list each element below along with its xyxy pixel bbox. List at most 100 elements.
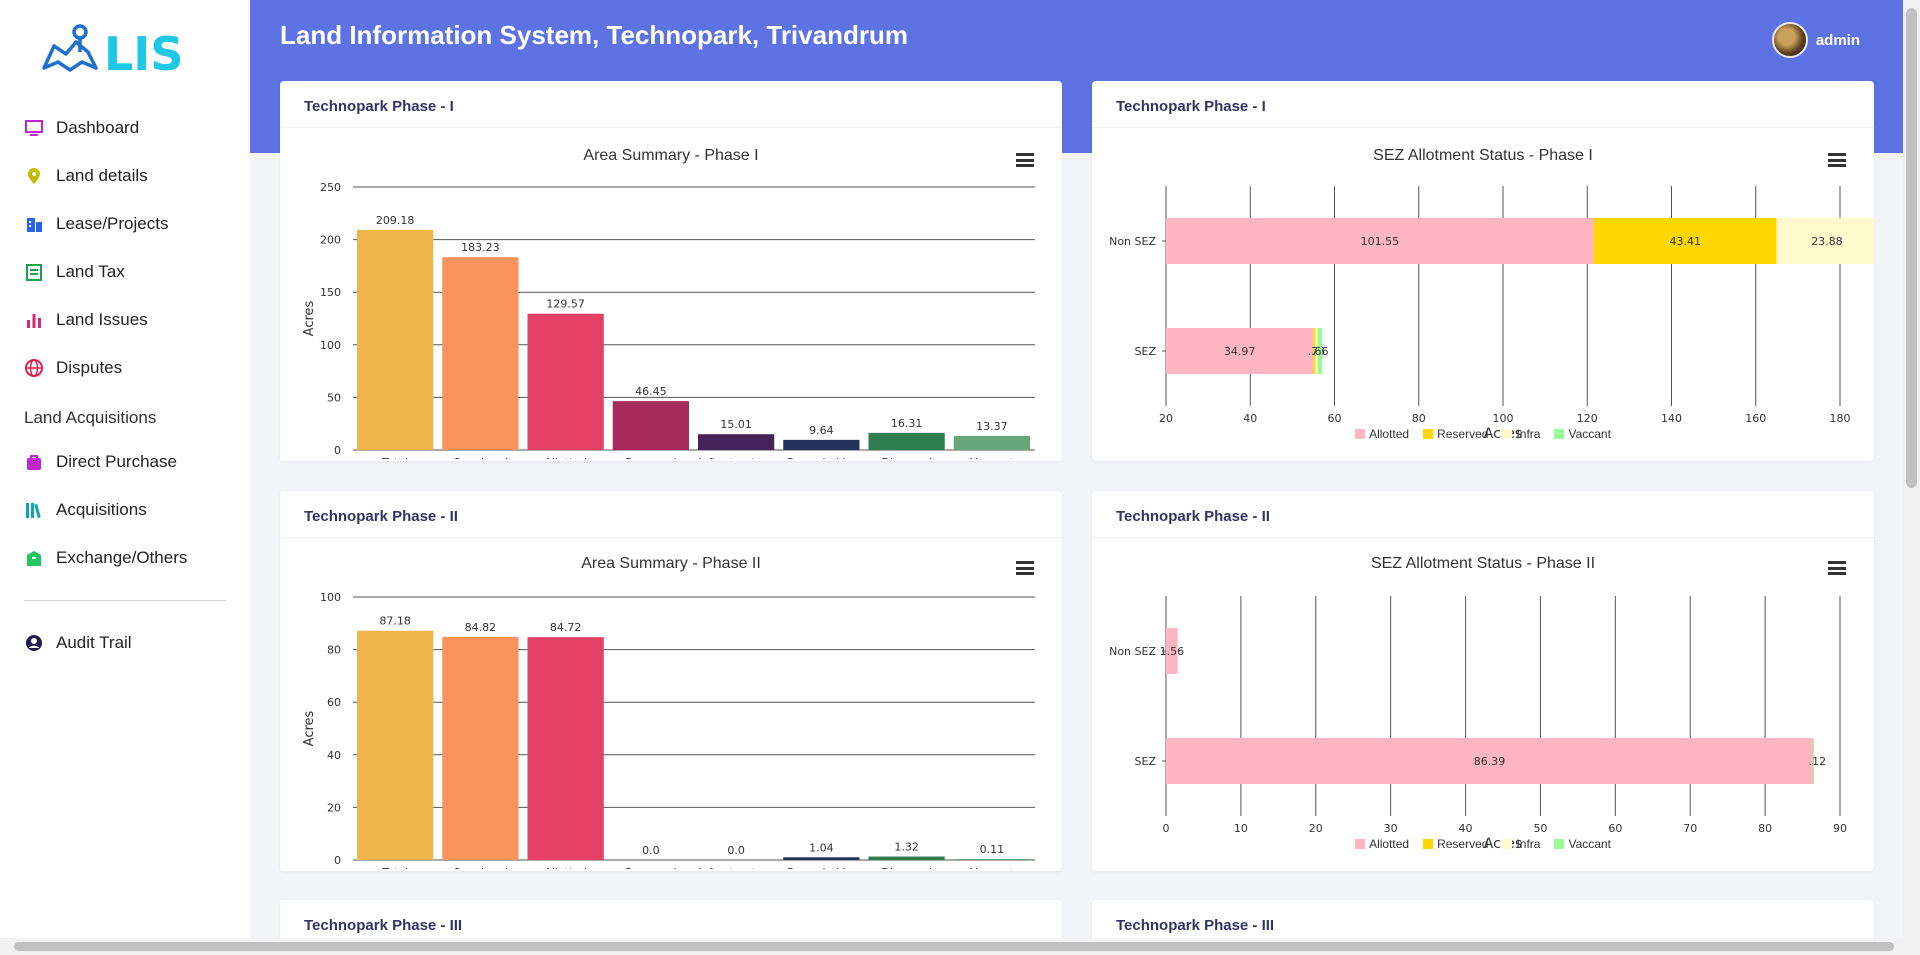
data-label: 209.18 [376, 214, 415, 227]
sidebar-item-label: Land Issues [56, 310, 148, 329]
data-label: 84.72 [550, 621, 582, 634]
data-label: 9.64 [809, 424, 834, 437]
building-icon [24, 214, 44, 234]
x-tick-label: 180 [1830, 412, 1851, 425]
bar [442, 257, 519, 450]
sidebar-item-land-details[interactable]: Land details [0, 152, 250, 200]
legend-swatch [1554, 429, 1565, 439]
bar [953, 435, 1030, 450]
vertical-scrollbar[interactable] [1903, 0, 1920, 938]
x-tick-label: Reserved [625, 866, 676, 869]
sidebar-item-audit-trail[interactable]: Audit Trail [0, 619, 250, 667]
data-label: 183.23 [461, 241, 500, 254]
bar [527, 637, 604, 860]
legend-item[interactable]: Allotted [1355, 427, 1409, 441]
y-tick-label: 50 [327, 391, 341, 404]
data-label: 13.37 [976, 420, 1008, 433]
sidebar-item-lease-projects[interactable]: Lease/Projects [0, 200, 250, 248]
box-icon [24, 548, 44, 568]
legend-item[interactable]: Vaccant [1554, 427, 1611, 441]
legend-swatch [1423, 839, 1434, 849]
sidebar-item-direct-purchase[interactable]: Direct Purchase [0, 438, 250, 486]
x-tick-label: Vaccant [970, 866, 1014, 869]
x-tick-label: Reserved [625, 456, 676, 459]
card-phase1-area: Technopark Phase - I Area Summary - Phas… [280, 81, 1062, 461]
legend-item[interactable]: Allotted [1355, 837, 1409, 851]
map-pin-icon [24, 166, 44, 186]
sidebar-item-label: Disputes [56, 358, 123, 377]
sidebar-item-label: Direct Purchase [56, 452, 177, 471]
data-label: 43.41 [1669, 235, 1701, 248]
x-tick-label: Own Land [453, 866, 508, 869]
data-label: 23.88 [1811, 235, 1843, 248]
x-tick-label: Total [381, 866, 408, 869]
x-tick-label: 50 [1533, 822, 1547, 835]
receipt-icon [24, 262, 44, 282]
sidebar-divider [24, 600, 226, 601]
card-header: Technopark Phase - I [1092, 81, 1874, 128]
legend-swatch [1554, 839, 1565, 849]
y-tick-label: 150 [320, 286, 341, 299]
x-tick-label: 10 [1234, 822, 1248, 835]
legend-swatch [1355, 839, 1366, 849]
lis-logo[interactable]: LIS [40, 22, 200, 76]
data-label: 84.82 [465, 621, 497, 634]
legend-label: Infra [1516, 427, 1541, 441]
x-tick-label: 0 [1163, 822, 1170, 835]
x-tick-label: 90 [1833, 822, 1847, 835]
sidebar-item-dashboard[interactable]: Dashboard [0, 104, 250, 152]
data-label: 34.97 [1224, 345, 1256, 358]
monitor-icon [24, 118, 44, 138]
x-tick-label: 20 [1309, 822, 1323, 835]
x-tick-label: 140 [1661, 412, 1682, 425]
x-tick-label: 20 [1159, 412, 1173, 425]
sidebar-section-title: Land Acquisitions [24, 408, 157, 427]
card-header: Technopark Phase - II [1092, 491, 1874, 538]
data-label: .12 [1809, 755, 1827, 768]
legend-item[interactable]: Reserved [1423, 427, 1488, 441]
x-tick-label: Purambokku [787, 456, 855, 459]
bar [698, 434, 775, 450]
scroll-thumb[interactable] [14, 942, 1894, 951]
x-tick-label: 120 [1577, 412, 1598, 425]
x-tick-label: 60 [1328, 412, 1342, 425]
sidebar-item-label: Acquisitions [56, 500, 147, 519]
horizontal-scrollbar[interactable] [0, 938, 1920, 955]
legend-item[interactable]: Infra [1502, 427, 1540, 441]
username[interactable]: admin [1816, 32, 1860, 49]
y-tick-label: 60 [327, 696, 341, 709]
legend-item[interactable]: Vaccant [1554, 837, 1611, 851]
data-label: 46.45 [635, 385, 667, 398]
data-label: 1.04 [809, 841, 834, 854]
user-menu[interactable]: admin [1771, 22, 1860, 58]
bag-icon [24, 452, 44, 472]
data-label: 86.39 [1474, 755, 1506, 768]
bar [868, 856, 945, 860]
bar [868, 432, 945, 450]
legend-item[interactable]: Reserved [1423, 837, 1488, 851]
data-label: .66 [1311, 345, 1329, 358]
scroll-thumb[interactable] [1906, 8, 1917, 488]
x-tick-label: 80 [1412, 412, 1426, 425]
x-tick-label: 160 [1745, 412, 1766, 425]
avatar[interactable] [1771, 22, 1808, 58]
y-tick-label: SEZ [1135, 755, 1157, 768]
x-tick-label: 30 [1384, 822, 1398, 835]
sidebar-item-label: Land Tax [56, 262, 125, 281]
y-tick-label: 250 [320, 181, 341, 194]
data-label: 0.0 [642, 844, 660, 857]
chart-area-phase1: 0 50 100 150 200 250 Acres 209.18 Total 183.23 Own… [302, 181, 1035, 459]
sidebar-item-land-tax[interactable]: Land Tax [0, 248, 250, 296]
sidebar-item-exchange-others[interactable]: Exchange/Others [0, 534, 250, 582]
sidebar-item-disputes[interactable]: Disputes [0, 344, 250, 392]
legend-item[interactable]: Infra [1502, 837, 1540, 851]
card-phase1-sez: Technopark Phase - I SEZ Allotment Statu… [1092, 81, 1874, 461]
bar [953, 859, 1030, 860]
legend-label: Vaccant [1568, 427, 1611, 441]
sidebar-item-land-issues[interactable]: Land Issues [0, 296, 250, 344]
bar [783, 857, 860, 860]
sidebar-item-label: Dashboard [56, 118, 140, 137]
card-phase2-area: Technopark Phase - II Area Summary - Pha… [280, 491, 1062, 871]
bar [357, 630, 434, 860]
sidebar-item-acquisitions[interactable]: Acquisitions [0, 486, 250, 534]
